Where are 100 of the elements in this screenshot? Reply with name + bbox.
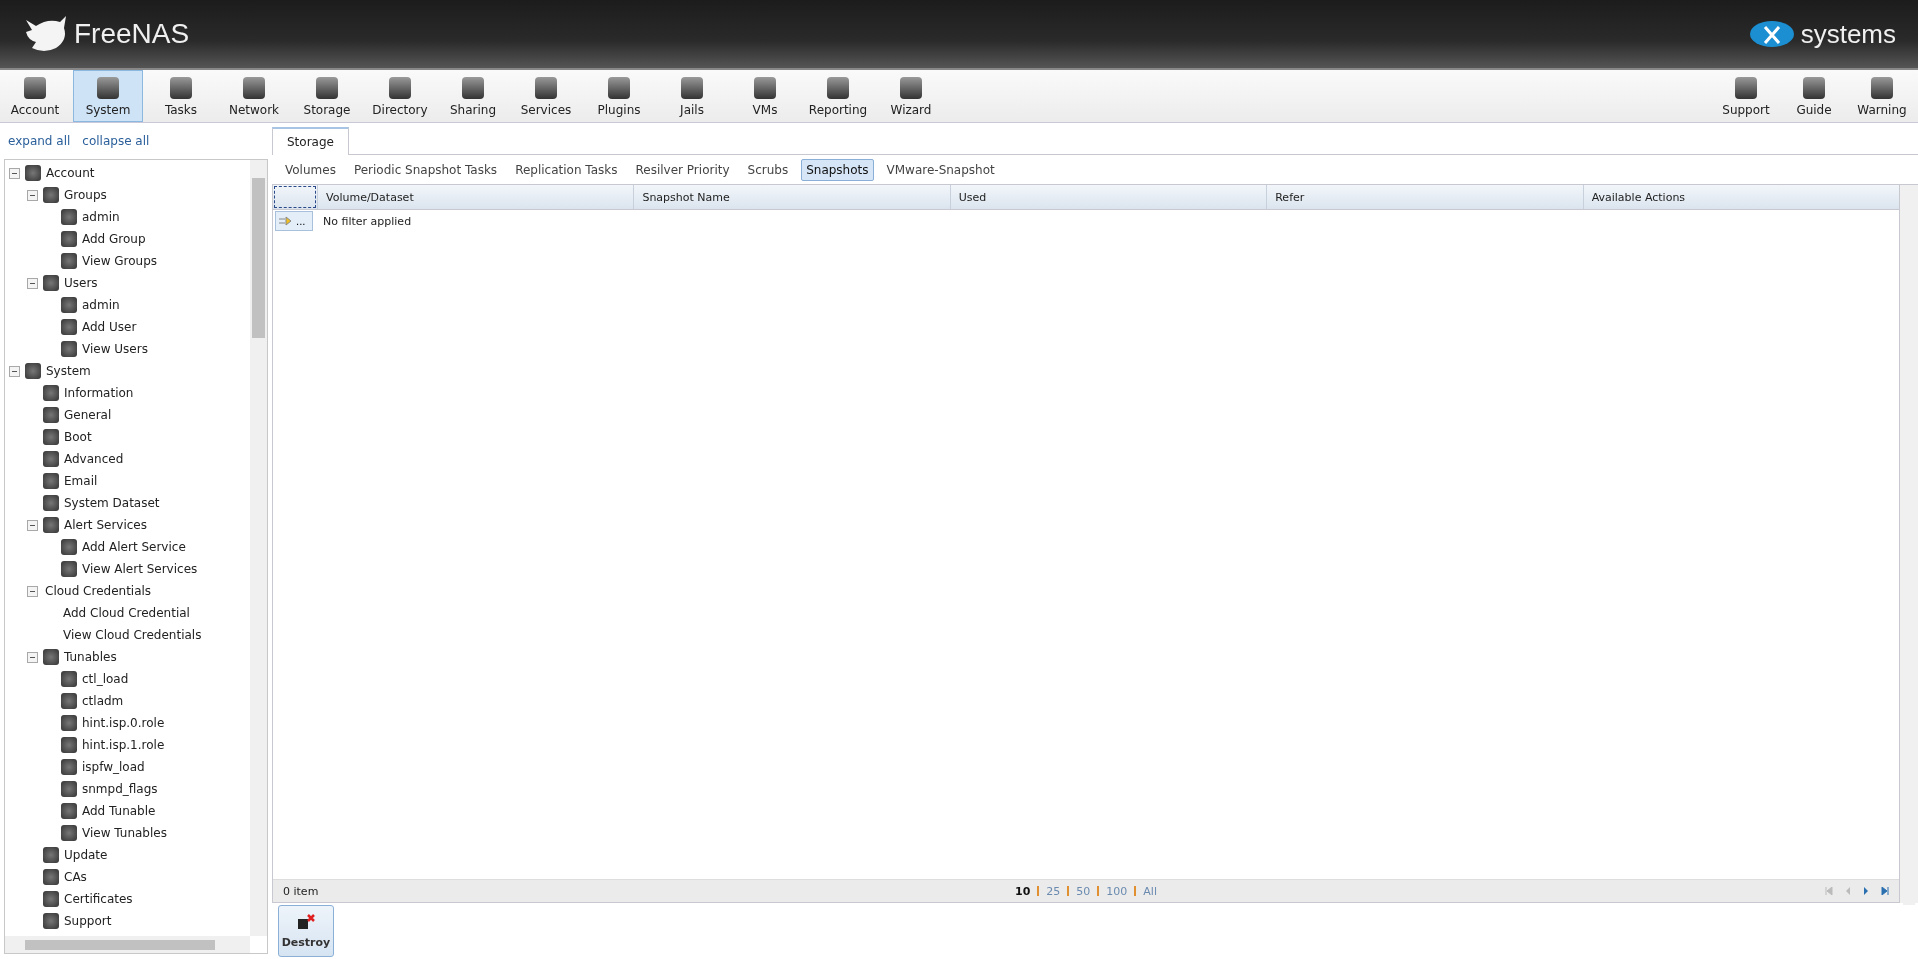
select-column-header[interactable] [274, 186, 316, 208]
tree-item[interactable]: ctladm [82, 694, 124, 708]
tree-item[interactable]: View Cloud Credentials [63, 628, 202, 642]
toolbar-icon [681, 77, 703, 99]
tree-item[interactable]: Cloud Credentials [45, 584, 152, 598]
subtab[interactable]: Resilver Priority [630, 158, 735, 181]
toolbar-icon [316, 77, 338, 99]
column-header[interactable]: Volume/Dataset [317, 185, 634, 209]
tree-node-icon [43, 473, 59, 489]
toolbar-button[interactable]: Wizard [876, 70, 946, 122]
toolbar-button[interactable]: Plugins [584, 70, 654, 122]
tree-item[interactable]: Certificates [64, 892, 133, 906]
tree-item[interactable]: Advanced [64, 452, 124, 466]
column-header[interactable]: Available Actions [1582, 185, 1900, 209]
tree-item[interactable]: General [64, 408, 112, 422]
tree-node-icon [43, 187, 59, 203]
tree-item[interactable]: hint.isp.1.role [82, 738, 165, 752]
subtab[interactable]: VMware-Snapshot [881, 158, 1000, 181]
tree-item[interactable]: System Dataset [64, 496, 160, 510]
tree-item[interactable]: Add Cloud Credential [63, 606, 190, 620]
tree-link[interactable]: expand all [8, 134, 71, 148]
page-size-link[interactable]: 10 [1015, 884, 1031, 898]
tree-item[interactable]: Alert Services [64, 518, 147, 532]
toolbar-button[interactable]: Storage [292, 70, 362, 122]
tree-item[interactable]: View Alert Services [82, 562, 198, 576]
last-page-icon[interactable] [1881, 887, 1889, 895]
tree-item[interactable]: hint.isp.0.role [82, 716, 165, 730]
subtab[interactable]: Scrubs [742, 158, 794, 181]
tree-node-icon [61, 737, 77, 753]
toolbar-button[interactable]: Network [219, 70, 289, 122]
toolbar-button[interactable]: VMs [730, 70, 800, 122]
tree-item[interactable]: Boot [64, 430, 92, 444]
tree-item[interactable]: Update [64, 848, 108, 862]
column-header[interactable]: Refer [1266, 185, 1583, 209]
tree-item[interactable]: View Tunables [82, 826, 167, 840]
toolbar-button[interactable]: Directory [365, 70, 435, 122]
tree-item[interactable]: Add Group [82, 232, 146, 246]
toolbar-icon [827, 77, 849, 99]
toolbar-button[interactable]: Warning [1850, 70, 1914, 122]
tree-item[interactable]: ispfw_load [82, 760, 145, 774]
collapse-toggle-icon[interactable] [27, 277, 38, 289]
tree-node-icon [61, 803, 77, 819]
toolbar-button[interactable]: Account [0, 70, 70, 122]
tree-node-icon [61, 231, 77, 247]
subtab[interactable]: Periodic Snapshot Tasks [348, 158, 503, 181]
tree-item[interactable]: View Users [82, 342, 148, 356]
tree-item[interactable]: Account [46, 166, 95, 180]
toolbar-button[interactable]: Services [511, 70, 581, 122]
toolbar-button[interactable]: Support [1714, 70, 1778, 122]
tree-node-icon [43, 429, 59, 445]
tree-item[interactable]: Add User [82, 320, 137, 334]
tree-item[interactable]: Add Tunable [82, 804, 156, 818]
tree-node-icon [25, 363, 41, 379]
tree-item[interactable]: Add Alert Service [82, 540, 186, 554]
tab[interactable]: Storage [272, 127, 349, 155]
toolbar-icon [24, 77, 46, 99]
vertical-scrollbar[interactable] [250, 160, 267, 936]
tree-item[interactable]: admin [82, 298, 120, 312]
column-header[interactable]: Used [949, 185, 1267, 209]
tree-item[interactable]: System [46, 364, 91, 378]
tree-node-icon [43, 495, 59, 511]
collapse-toggle-icon[interactable] [27, 189, 38, 201]
toolbar-button[interactable]: Guide [1782, 70, 1846, 122]
tree-item[interactable]: Email [64, 474, 98, 488]
toolbar-icon [1735, 77, 1757, 99]
collapse-toggle-icon[interactable] [27, 651, 38, 663]
tree-item[interactable]: View Groups [82, 254, 158, 268]
tree-item[interactable]: Support [64, 914, 112, 928]
tree-item[interactable]: Information [64, 386, 134, 400]
horizontal-scrollbar[interactable] [5, 936, 250, 953]
filter-button[interactable]: ... [275, 211, 313, 231]
toolbar-button[interactable]: Reporting [803, 70, 873, 122]
toolbar-button[interactable]: Tasks [146, 70, 216, 122]
tree-item[interactable]: admin [82, 210, 120, 224]
toolbar-button[interactable]: Jails [657, 70, 727, 122]
tree-item[interactable]: snmpd_flags [82, 782, 158, 796]
toolbar-icon [1803, 77, 1825, 99]
tree-item[interactable]: ctl_load [82, 672, 129, 686]
tree-node-icon [43, 891, 59, 907]
toolbar-button[interactable]: Sharing [438, 70, 508, 122]
collapse-toggle-icon[interactable] [27, 519, 38, 531]
collapse-toggle-icon[interactable] [9, 167, 20, 179]
tree-item[interactable]: Tunables [64, 650, 117, 664]
destroy-button[interactable]: Destroy [278, 905, 334, 957]
next-page-icon[interactable] [1863, 887, 1869, 895]
subtab[interactable]: Volumes [280, 158, 341, 181]
subtab[interactable]: Snapshots [801, 158, 874, 181]
tree-node-icon [43, 275, 59, 291]
column-header[interactable]: Snapshot Name [633, 185, 950, 209]
collapse-toggle-icon[interactable] [27, 585, 38, 597]
toolbar-button[interactable]: System [73, 70, 143, 122]
tree-link[interactable]: collapse all [82, 134, 150, 148]
collapse-toggle-icon[interactable] [9, 365, 20, 377]
tree-node-icon [61, 297, 77, 313]
tree-item[interactable]: CAs [64, 870, 87, 884]
subtab[interactable]: Replication Tasks [510, 158, 623, 181]
tree-node-icon [43, 847, 59, 863]
vertical-scrollbar[interactable] [1900, 185, 1918, 903]
tree-item[interactable]: Users [64, 276, 98, 290]
tree-item[interactable]: Groups [64, 188, 107, 202]
